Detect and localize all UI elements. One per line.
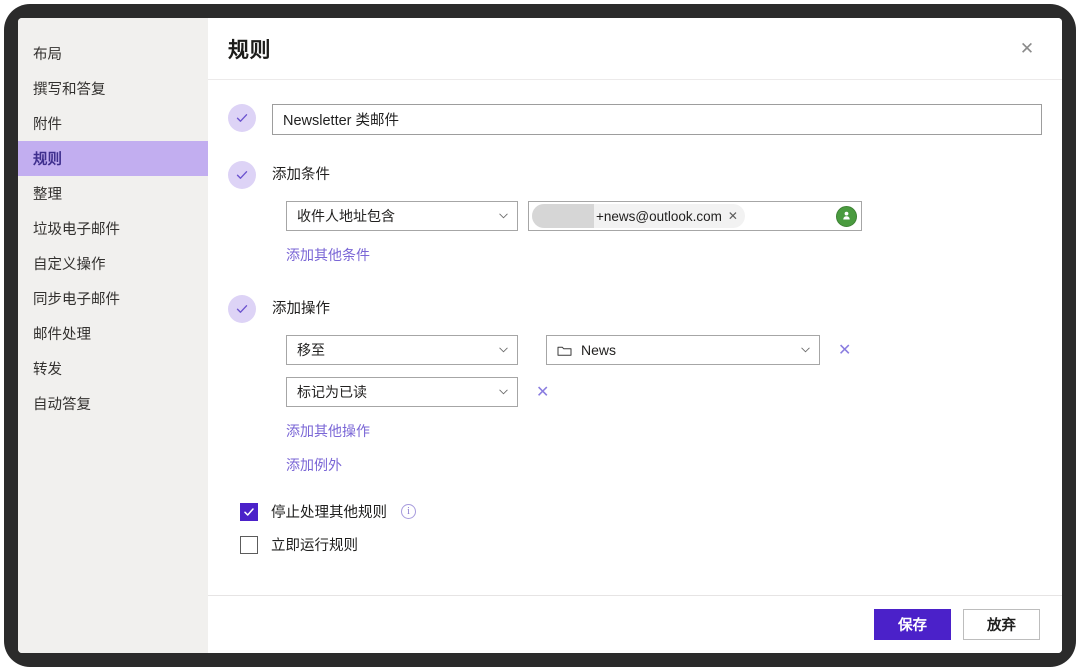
discard-button[interactable]: 放弃 [963,609,1040,640]
check-icon [236,171,248,179]
action-row: 标记为已读 ✕ [286,377,1042,407]
app-window: 布局 撰写和答复 附件 规则 整理 垃圾电子邮件 自定义操作 同步电子邮件 邮件… [18,18,1062,653]
rule-name-row [228,104,1042,135]
remove-action-icon[interactable]: ✕ [536,384,549,400]
condition-section-label: 添加条件 [272,167,330,183]
check-icon [236,114,248,122]
sidebar-item-automatic-replies[interactable]: 自动答复 [18,386,208,421]
condition-type-select[interactable]: 收件人地址包含 [286,201,518,231]
sidebar-item-label: 转发 [33,362,62,378]
sidebar-item-customize-actions[interactable]: 自定义操作 [18,246,208,281]
chevron-down-icon [499,213,508,219]
sidebar-item-rules[interactable]: 规则 [18,141,208,176]
sidebar-item-label: 邮件处理 [33,327,91,343]
run-now-row: 立即运行规则 [240,534,1042,555]
run-now-checkbox[interactable] [240,535,258,554]
check-icon [236,305,248,313]
add-another-action-link[interactable]: 添加其他操作 [286,421,370,441]
save-button[interactable]: 保存 [874,609,951,640]
action-type-select[interactable]: 移至 [286,335,518,365]
stop-processing-label: 停止处理其他规则 [271,505,387,521]
remove-recipient-icon[interactable]: ✕ [728,209,738,223]
chevron-down-icon [499,347,508,353]
info-icon[interactable]: i [401,504,416,519]
sidebar-item-message-handling[interactable]: 邮件处理 [18,316,208,351]
check-circle-icon [228,295,256,323]
folder-glyph-icon [557,346,572,356]
check-circle-icon [228,161,256,189]
remove-action-icon[interactable]: ✕ [838,342,851,358]
chevron-down-icon [499,389,508,395]
condition-row: 收件人地址包含 +news@outlook.com ✕ [286,201,1042,231]
contact-avatar-icon [836,205,857,227]
recipient-input[interactable]: +news@outlook.com ✕ [528,201,862,231]
person-glyph-icon [843,211,850,219]
chevron-down-icon [801,347,810,353]
target-folder-value: News [581,342,617,358]
sidebar-item-forwarding[interactable]: 转发 [18,351,208,386]
add-another-condition-link[interactable]: 添加其他条件 [286,245,370,265]
sidebar-item-label: 布局 [33,47,62,63]
sidebar-item-sweep[interactable]: 整理 [18,176,208,211]
condition-group: 收件人地址包含 +news@outlook.com ✕ 添加其他条件 [286,201,1042,265]
device-frame: 布局 撰写和答复 附件 规则 整理 垃圾电子邮件 自定义操作 同步电子邮件 邮件… [4,4,1076,667]
condition-section-header: 添加条件 [228,161,1042,189]
settings-sidebar: 布局 撰写和答复 附件 规则 整理 垃圾电子邮件 自定义操作 同步电子邮件 邮件… [18,18,208,653]
add-exception-link[interactable]: 添加例外 [286,455,342,475]
sidebar-item-label: 规则 [33,152,62,168]
run-now-label: 立即运行规则 [271,538,358,554]
folder-icon [557,344,572,357]
page-title: 规则 [228,38,271,62]
sidebar-item-label: 撰写和答复 [33,82,106,98]
rule-name-input[interactable] [272,104,1042,135]
action-section-label: 添加操作 [272,301,330,317]
action-type-value: 标记为已读 [297,384,367,400]
action-row: 移至 News ✕ [286,335,1042,365]
action-section-header: 添加操作 [228,295,1042,323]
condition-type-value: 收件人地址包含 [297,208,395,224]
recipient-pill-text: +news@outlook.com [596,208,722,224]
sidebar-item-label: 自动答复 [33,397,91,413]
sidebar-item-label: 自定义操作 [33,257,106,273]
sidebar-item-label: 同步电子邮件 [33,292,120,308]
sidebar-item-label: 附件 [33,117,62,133]
panel-header: 规则 ✕ [208,18,1062,80]
rules-panel: 规则 ✕ Newsletter 类邮件 添加条件 收件人地址包含 +news@o… [208,18,1062,653]
sidebar-item-layout[interactable]: 布局 [18,36,208,71]
checkmark-icon [244,507,254,516]
recipient-pill[interactable]: +news@outlook.com ✕ [532,204,745,228]
sidebar-item-label: 整理 [33,187,62,203]
sidebar-item-compose-reply[interactable]: 撰写和答复 [18,71,208,106]
close-icon[interactable]: ✕ [1012,34,1042,64]
target-folder-select[interactable]: News [546,335,820,365]
stop-processing-row: 停止处理其他规则 i [240,501,1042,522]
sidebar-item-junk-email[interactable]: 垃圾电子邮件 [18,211,208,246]
sidebar-item-attachments[interactable]: 附件 [18,106,208,141]
redacted-address-block [532,204,594,228]
action-type-value: 移至 [297,342,325,358]
sidebar-item-label: 垃圾电子邮件 [33,222,120,238]
action-group: 移至 News ✕ 标记为已读 ✕ 添加其他操作 添加例外 [286,335,1042,475]
check-circle-icon [228,104,256,132]
panel-footer: 保存 放弃 [208,595,1062,653]
action-type-select[interactable]: 标记为已读 [286,377,518,407]
stop-processing-checkbox[interactable] [240,502,258,521]
rule-form: 添加条件 收件人地址包含 +news@ou [208,80,1062,595]
sidebar-item-sync-email[interactable]: 同步电子邮件 [18,281,208,316]
